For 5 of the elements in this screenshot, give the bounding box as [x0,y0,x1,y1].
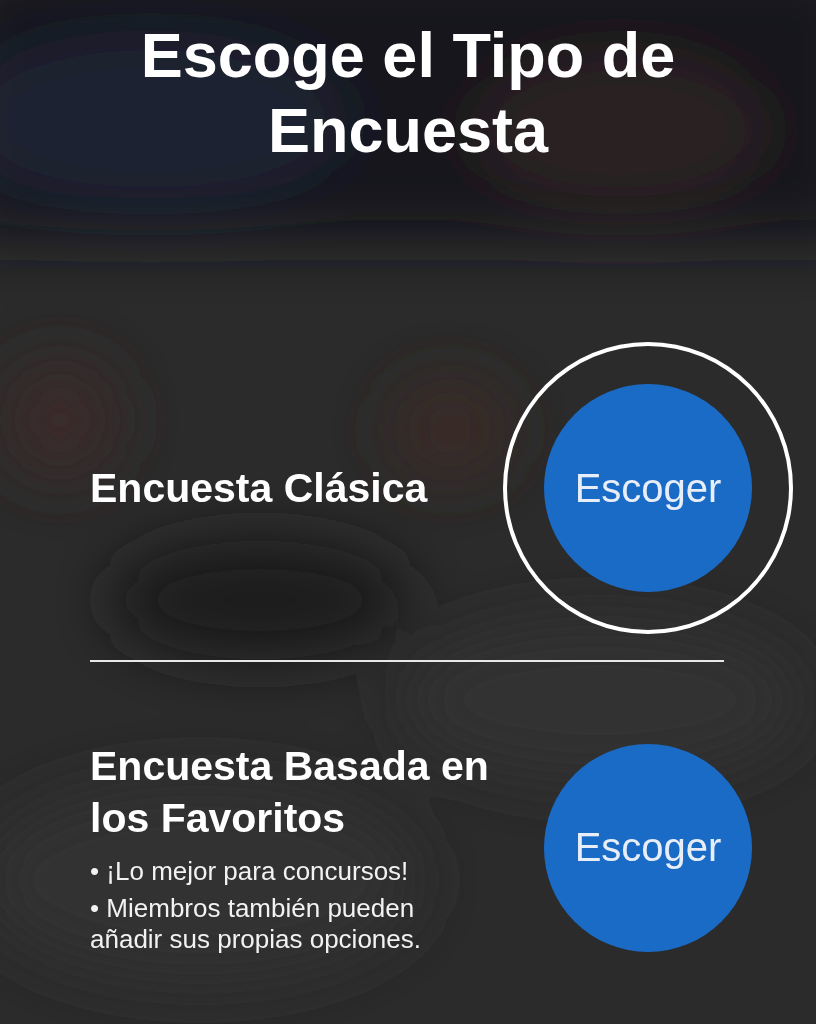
feature-text: • Miembros también pueden añadir sus propias opciones. [90,893,422,955]
page-title: Escoge el Tipo de Encuesta [139,19,677,167]
feature-text: • ¡Lo mejor para concursos! [90,856,410,887]
option-title: Encuesta Basada en los Favoritos [90,742,490,843]
option-title: Encuesta Clásica [90,464,429,513]
